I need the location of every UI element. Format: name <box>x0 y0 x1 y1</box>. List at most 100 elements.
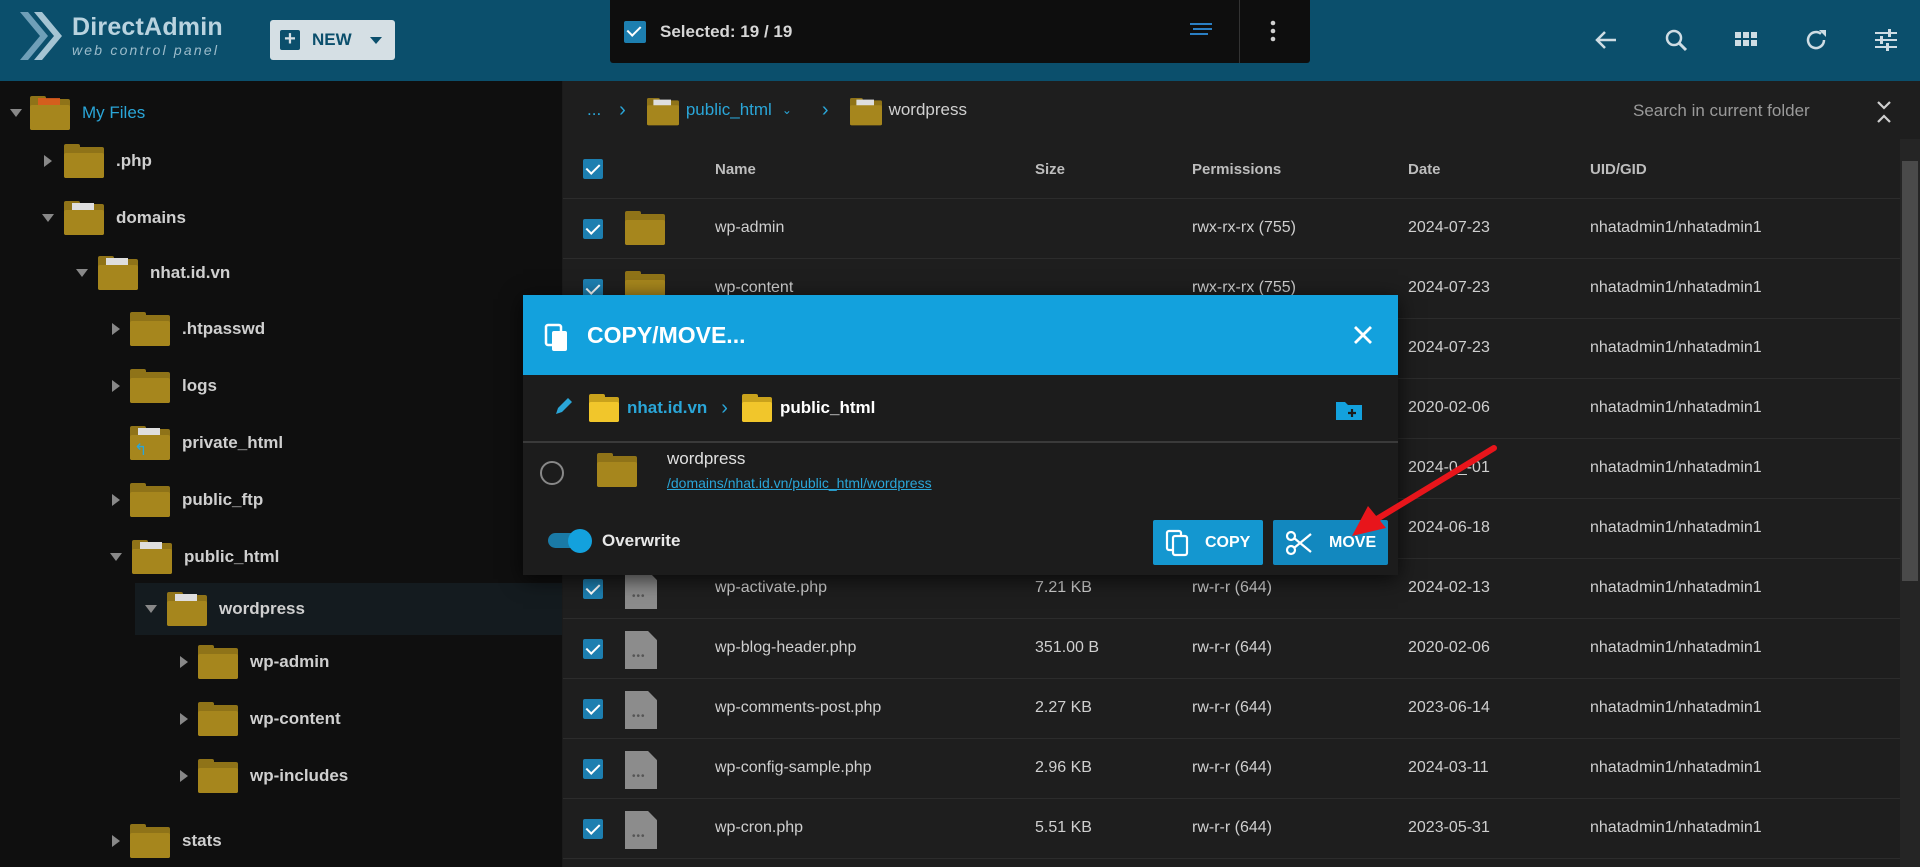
expand-arrow-icon[interactable] <box>112 835 120 847</box>
file-owner: nhatadmin1/nhatadmin1 <box>1590 459 1762 476</box>
new-button[interactable]: + NEW <box>270 20 395 60</box>
table-row[interactable]: ••• wp-comments-post.php 2.27 KB rw-r-r (64… <box>563 679 1900 739</box>
selection-bar: Selected: 19 / 19 <box>610 0 1310 63</box>
more-vertical-icon[interactable] <box>1270 20 1276 47</box>
column-date[interactable]: Date <box>1408 161 1441 178</box>
folder-icon <box>198 759 238 793</box>
logo-chevron-icon <box>18 10 62 62</box>
directadmin-logo[interactable]: DirectAdmin web control panel <box>18 10 223 62</box>
search-icon[interactable] <box>1662 26 1690 54</box>
file-name[interactable]: wp-blog-header.php <box>715 639 856 657</box>
row-checkbox[interactable] <box>583 639 603 659</box>
file-name[interactable]: wp-config-sample.php <box>715 759 872 777</box>
tree-item-php[interactable]: .php <box>44 135 152 187</box>
tree-item-label: wp-content <box>250 709 341 728</box>
tree-item-domains[interactable]: domains <box>42 192 186 244</box>
expand-arrow-icon[interactable] <box>76 269 88 277</box>
tree-item-wp-admin[interactable]: wp-admin <box>180 636 329 688</box>
copy-button[interactable]: COPY <box>1153 520 1263 565</box>
scrollbar-thumb[interactable] <box>1902 161 1918 581</box>
table-row[interactable]: ••• wp-config-sample.php 2.96 KB rw-r-r (64… <box>563 739 1900 799</box>
expand-arrow-icon[interactable] <box>180 770 188 782</box>
dialog-title: COPY/MOVE... <box>587 322 746 348</box>
tree-item-wp-content[interactable]: wp-content <box>180 693 341 745</box>
file-name[interactable]: wp-cron.php <box>715 819 803 837</box>
destination-radio[interactable] <box>540 461 564 485</box>
collapse-icon[interactable] <box>1874 99 1894 130</box>
expand-arrow-icon[interactable] <box>44 155 52 167</box>
folder-icon <box>130 824 170 858</box>
expand-arrow-icon[interactable] <box>42 214 54 222</box>
select-all-checkbox[interactable] <box>624 21 646 43</box>
folder-icon <box>597 453 637 487</box>
close-icon[interactable] <box>1351 323 1375 347</box>
tree-item-htpasswd[interactable]: .htpasswd <box>112 303 265 355</box>
file-name[interactable]: wp-activate.php <box>715 579 827 597</box>
column-size[interactable]: Size <box>1035 161 1065 178</box>
file-owner: nhatadmin1/nhatadmin1 <box>1590 339 1762 356</box>
new-folder-icon[interactable] <box>1335 399 1363 426</box>
expand-arrow-icon[interactable] <box>180 656 188 668</box>
tree-item-private-html[interactable]: ↰ private_html <box>130 417 283 469</box>
chevron-right-icon: › <box>821 98 829 121</box>
expand-arrow-icon[interactable] <box>10 109 22 117</box>
expand-arrow-icon[interactable] <box>112 380 120 392</box>
tree-item-public-ftp[interactable]: public_ftp <box>112 474 263 526</box>
file-owner: nhatadmin1/nhatadmin1 <box>1590 639 1762 656</box>
expand-arrow-icon[interactable] <box>112 323 120 335</box>
settings-sliders-icon[interactable] <box>1872 26 1900 54</box>
back-arrow-icon[interactable] <box>1592 26 1620 54</box>
breadcrumb-public-html[interactable]: public_html <box>686 100 772 120</box>
chevron-down-icon[interactable]: ⌄ <box>782 103 792 117</box>
tree-item-wp-includes[interactable]: wp-includes <box>180 750 348 802</box>
column-name[interactable]: Name <box>715 161 756 178</box>
tree-item-logs[interactable]: logs <box>112 360 217 412</box>
tree-item-public-html[interactable]: public_html <box>110 531 279 583</box>
row-checkbox[interactable] <box>583 219 603 239</box>
row-checkbox[interactable] <box>583 759 603 779</box>
file-name[interactable]: wp-admin <box>715 219 784 237</box>
column-permissions[interactable]: Permissions <box>1192 161 1281 178</box>
file-permissions: rwx-rx-rx (755) <box>1192 219 1296 236</box>
file-date: 2024-02-13 <box>1408 579 1490 596</box>
tree-item-my-files[interactable]: My Files <box>10 87 145 139</box>
folder-icon <box>625 211 665 245</box>
destination-folder-item[interactable] <box>523 445 1398 505</box>
tree-item-stats[interactable]: stats <box>112 815 222 867</box>
select-all-checkbox[interactable] <box>583 159 603 179</box>
tree-item-label: My Files <box>82 103 146 122</box>
column-uid-gid[interactable]: UID/GID <box>1590 161 1647 178</box>
dialog-path-parent[interactable]: nhat.id.vn <box>627 398 707 418</box>
file-owner: nhatadmin1/nhatadmin1 <box>1590 219 1762 236</box>
edit-pencil-icon[interactable] <box>553 395 575 422</box>
table-row[interactable]: wp-admin rwx-rx-rx (755) 2024-07-23 nhatadm… <box>563 199 1900 259</box>
expand-arrow-icon[interactable] <box>180 713 188 725</box>
file-permissions: rw-r-r (644) <box>1192 699 1272 716</box>
table-row[interactable]: ••• wp-blog-header.php 351.00 B rw-r-r (644… <box>563 619 1900 679</box>
tree-item-nhat-id-vn[interactable]: nhat.id.vn <box>76 247 230 299</box>
search-input[interactable]: Search in current folder <box>1633 101 1810 121</box>
file-name[interactable]: wp-comments-post.php <box>715 699 881 717</box>
folder-tree-sidebar: My Files .php domains nhat.id.vn .htpass… <box>0 81 562 867</box>
destination-folder-path[interactable]: /domains/nhat.id.vn/public_html/wordpres… <box>667 475 932 491</box>
tree-item-label: stats <box>182 831 222 850</box>
copy-move-dialog: COPY/MOVE... nhat.id.vn › public_html wo… <box>523 295 1398 575</box>
row-checkbox[interactable] <box>583 699 603 719</box>
grid-icon[interactable] <box>1732 26 1760 54</box>
file-size: 2.27 KB <box>1035 699 1092 716</box>
expand-arrow-icon[interactable] <box>145 605 157 613</box>
tree-item-label: nhat.id.vn <box>150 263 231 282</box>
refresh-icon[interactable] <box>1802 26 1830 54</box>
overwrite-toggle[interactable] <box>548 529 592 553</box>
file-icon: ••• <box>625 691 657 729</box>
expand-arrow-icon[interactable] <box>110 553 122 561</box>
table-row[interactable]: ••• wp-cron.php 5.51 KB rw-r-r (644) 2023-05… <box>563 799 1900 859</box>
file-permissions: rw-r-r (644) <box>1192 639 1272 656</box>
tree-item-wordpress[interactable]: wordpress <box>135 583 562 635</box>
tree-item-label: public_ftp <box>182 490 264 509</box>
row-checkbox[interactable] <box>583 819 603 839</box>
list-lines-icon[interactable] <box>1190 22 1212 43</box>
expand-arrow-icon[interactable] <box>112 494 120 506</box>
row-checkbox[interactable] <box>583 579 603 599</box>
breadcrumb-ellipsis[interactable]: ... <box>587 100 601 120</box>
